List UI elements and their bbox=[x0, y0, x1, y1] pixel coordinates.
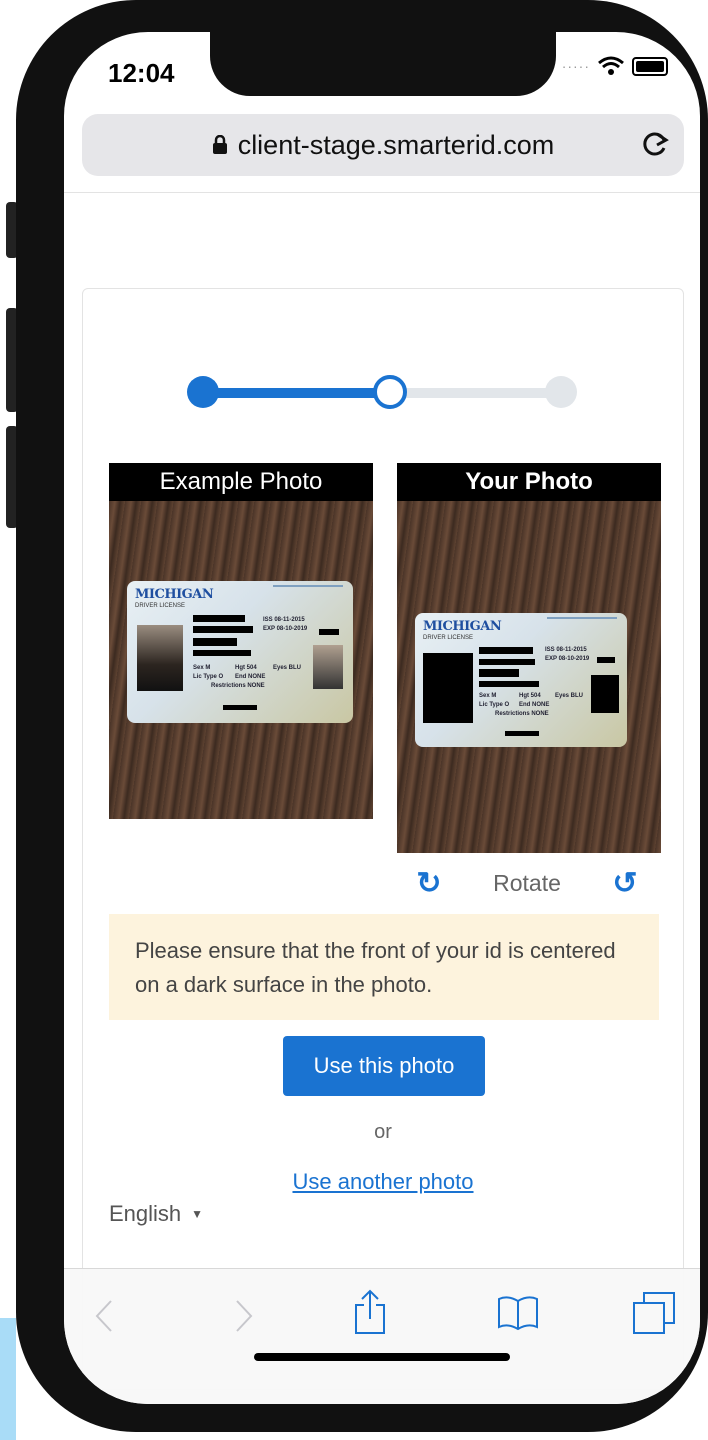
example-license-card: MICHIGAN DRIVER LICENSE ISS 08-11-2015 E… bbox=[127, 581, 353, 723]
page-accent-strip bbox=[0, 1318, 16, 1440]
step-progress bbox=[187, 375, 577, 410]
your-photo-panel: Your Photo MICHIGAN DRIVER LICENSE ISS 0… bbox=[397, 463, 661, 853]
status-time: 12:04 bbox=[108, 58, 175, 88]
license-sex: Sex M bbox=[193, 665, 211, 671]
url-text: client-stage.smarterid.com bbox=[237, 129, 555, 160]
license-state: MICHIGAN bbox=[423, 619, 502, 634]
license-sex: Sex M bbox=[479, 693, 497, 699]
language-label: English bbox=[109, 1201, 182, 1226]
toolbar-divider bbox=[64, 192, 700, 193]
license-height: Hgt 504 bbox=[235, 665, 257, 671]
license-state: MICHIGAN bbox=[135, 587, 214, 602]
license-exp: EXP 08-10-2019 bbox=[263, 626, 308, 632]
redaction-bar bbox=[193, 626, 253, 633]
step-2-dot bbox=[373, 375, 407, 409]
phone-screen: 12:04 ····· client-stage.smarterid.com E… bbox=[64, 32, 700, 1404]
redaction-bar bbox=[319, 629, 339, 635]
redaction-mini-portrait bbox=[591, 675, 619, 713]
reload-icon[interactable] bbox=[638, 126, 672, 162]
redaction-bar bbox=[193, 650, 251, 656]
license-eyes: Eyes BLU bbox=[555, 693, 584, 699]
phone-frame: 12:04 ····· client-stage.smarterid.com E… bbox=[16, 0, 708, 1432]
redaction-bar bbox=[479, 659, 535, 665]
language-selector[interactable]: English ▼ bbox=[109, 1201, 203, 1227]
redaction-bar bbox=[479, 681, 539, 687]
redaction-bar bbox=[479, 647, 533, 654]
license-restrictions: Restrictions NONE bbox=[211, 683, 265, 689]
license-height: Hgt 504 bbox=[519, 693, 541, 699]
license-lic-type: Lic Type O bbox=[193, 674, 224, 680]
bridge-graphic bbox=[547, 617, 617, 639]
license-end: End NONE bbox=[235, 674, 266, 680]
license-restrictions: Restrictions NONE bbox=[495, 711, 549, 717]
caret-down-icon: ▼ bbox=[191, 1207, 204, 1221]
rotate-counterclockwise-icon[interactable]: ↺ bbox=[605, 866, 645, 901]
wifi-icon bbox=[598, 56, 624, 75]
license-type: DRIVER LICENSE bbox=[135, 603, 186, 609]
your-license-card: MICHIGAN DRIVER LICENSE ISS 08-11-2015 E… bbox=[415, 613, 627, 747]
home-indicator bbox=[254, 1353, 510, 1361]
battery-icon bbox=[632, 56, 668, 76]
status-icons: ····· bbox=[562, 56, 668, 76]
signal-icon: ····· bbox=[561, 58, 590, 74]
example-photo-header: Example Photo bbox=[109, 463, 373, 501]
forward-arrow-icon[interactable] bbox=[234, 1299, 254, 1333]
share-icon[interactable] bbox=[352, 1289, 388, 1335]
back-arrow-icon[interactable] bbox=[94, 1299, 114, 1333]
address-bar[interactable]: client-stage.smarterid.com bbox=[82, 114, 684, 176]
license-iss: ISS 08-11-2015 bbox=[545, 647, 587, 653]
license-end: End NONE bbox=[519, 702, 550, 708]
redaction-bar bbox=[193, 638, 237, 646]
or-separator: or bbox=[374, 1121, 392, 1143]
license-type: DRIVER LICENSE bbox=[423, 635, 474, 641]
redaction-bar bbox=[193, 615, 245, 622]
rotate-clockwise-icon[interactable]: ↻ bbox=[409, 866, 449, 901]
lock-icon bbox=[212, 135, 227, 154]
step-3-dot bbox=[545, 376, 577, 408]
verification-card: Example Photo MICHIGAN DRIVER LICENSE IS… bbox=[82, 288, 684, 1390]
rotate-controls: ↻ Rotate ↺ bbox=[409, 863, 645, 903]
tabs-icon[interactable] bbox=[632, 1291, 676, 1335]
rotate-label: Rotate bbox=[493, 869, 561, 896]
license-eyes: Eyes BLU bbox=[273, 665, 302, 671]
notch bbox=[210, 32, 556, 96]
license-portrait bbox=[137, 625, 183, 691]
redaction-bar bbox=[505, 731, 539, 736]
example-photo-panel: Example Photo MICHIGAN DRIVER LICENSE IS… bbox=[109, 463, 373, 819]
license-iss: ISS 08-11-2015 bbox=[263, 617, 305, 623]
redaction-bar bbox=[223, 705, 257, 710]
redaction-bar bbox=[479, 669, 519, 677]
progress-fill bbox=[197, 388, 387, 398]
license-mini-portrait bbox=[313, 645, 343, 689]
license-exp: EXP 08-10-2019 bbox=[545, 656, 590, 662]
step-1-dot bbox=[187, 376, 219, 408]
use-another-photo-link[interactable]: Use another photo bbox=[83, 1169, 683, 1195]
bridge-graphic bbox=[273, 585, 343, 607]
bookmarks-icon[interactable] bbox=[496, 1295, 540, 1331]
example-photo-image: MICHIGAN DRIVER LICENSE ISS 08-11-2015 E… bbox=[109, 501, 373, 819]
photo-guidance-notice: Please ensure that the front of your id … bbox=[109, 914, 659, 1020]
browser-toolbar bbox=[64, 1268, 700, 1404]
redaction-portrait bbox=[423, 653, 473, 723]
redaction-bar bbox=[597, 657, 615, 663]
use-this-photo-button[interactable]: Use this photo bbox=[283, 1036, 485, 1096]
license-lic-type: Lic Type O bbox=[479, 702, 510, 708]
your-photo-header: Your Photo bbox=[397, 463, 661, 501]
your-photo-image: MICHIGAN DRIVER LICENSE ISS 08-11-2015 E… bbox=[397, 501, 661, 853]
